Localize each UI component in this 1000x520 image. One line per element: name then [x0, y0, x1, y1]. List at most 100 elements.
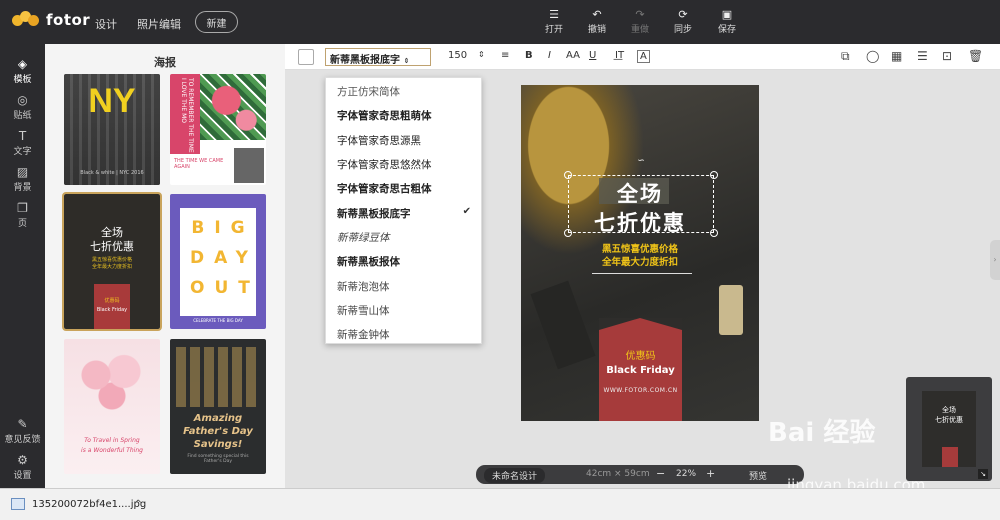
italic-button[interactable]: I: [548, 50, 551, 61]
font-option[interactable]: 字体管家奇思粗萌体: [337, 108, 432, 123]
template-big-day-out[interactable]: BIG DAY OUT CELEBRATE THE BIG DAY: [170, 194, 266, 329]
open-button[interactable]: ☰ 打开: [534, 8, 574, 35]
sync-button[interactable]: ⟳ 同步: [663, 8, 703, 35]
sidebar-item-feedback[interactable]: ✎ 意见反馈: [0, 416, 45, 445]
check-icon: ✔: [462, 206, 471, 217]
font-option[interactable]: 字体管家奇思古粗体: [337, 181, 432, 196]
text-icon: T: [18, 129, 27, 143]
nav-photo-edit[interactable]: 照片编辑: [137, 16, 181, 32]
bold-button[interactable]: B: [525, 50, 533, 61]
template-blossom-art: [72, 347, 152, 417]
delete-icon[interactable]: 🗑: [968, 49, 983, 63]
spacing-button[interactable]: I͟T: [615, 50, 624, 61]
poster-ribbon-notch: [599, 318, 682, 330]
template-spring-text2: is a Wonderful Thing: [81, 447, 143, 454]
fotor-logo[interactable]: fotor: [12, 11, 90, 29]
poster-line1: 全场: [617, 181, 663, 206]
template-flowers-side-text: TO REMEMBER THE TIME I LOVE THE MO: [180, 78, 194, 153]
background-icon: ▨: [16, 165, 29, 179]
font-option[interactable]: 新蒂泡泡体: [337, 279, 390, 294]
poster-sub1: 黑五惊喜优惠价格: [601, 244, 678, 255]
sidebar-label: 页: [17, 219, 27, 229]
sidebar-item-templates[interactable]: ◈ 模板: [0, 56, 45, 85]
preview-button[interactable]: 预览: [749, 469, 767, 482]
layers-order-icon[interactable]: ☰: [917, 49, 928, 63]
minimap-line2: 七折优惠: [935, 416, 963, 424]
template-flowers-photo: [234, 148, 264, 183]
font-size-value[interactable]: 150: [448, 50, 467, 61]
font-option-selected[interactable]: 新蒂黑板报底字: [337, 206, 411, 221]
baidu-watermark: Bai 经验: [768, 418, 876, 448]
canvas-size: 42cm × 59cm: [586, 469, 650, 479]
nav-design[interactable]: 设计: [95, 16, 117, 32]
sidebar-label: 模板: [13, 75, 32, 85]
template-ny[interactable]: NY Black & white | NYC 2016: [64, 74, 160, 185]
sidebar-item-page[interactable]: ❐ 页: [0, 200, 45, 229]
design-name[interactable]: 未命名设计: [484, 468, 546, 483]
lock-icon[interactable]: ⊡: [942, 49, 952, 63]
zoom-value: 22%: [676, 469, 697, 479]
save-icon: ▣: [721, 8, 733, 21]
sync-icon: ⟳: [678, 8, 688, 21]
sidebar-item-text[interactable]: T 文字: [0, 128, 45, 157]
template-bdo-big: BIG: [191, 218, 255, 238]
sync-label: 同步: [673, 25, 692, 35]
collapse-tab-chevron-icon[interactable]: ›: [990, 240, 1000, 280]
download-filename[interactable]: 135200072bf4e1....jpg: [32, 499, 146, 510]
sidebar-item-background[interactable]: ▨ 背景: [0, 164, 45, 193]
save-label: 保存: [717, 25, 736, 35]
font-option[interactable]: 新蒂黑板报体: [337, 254, 400, 269]
logo-text: fotor: [46, 11, 91, 29]
rotate-handle-icon[interactable]: ∽: [631, 157, 651, 166]
minimap-expand-icon[interactable]: ↘: [978, 469, 988, 479]
text-effect-button[interactable]: A: [637, 50, 650, 63]
save-button[interactable]: ▣ 保存: [707, 8, 747, 35]
new-button[interactable]: 新建: [195, 11, 238, 33]
font-option[interactable]: 方正仿宋简体: [337, 84, 400, 99]
poster-sub2: 全年最大力度折扣: [601, 257, 678, 268]
font-select-value: 新蒂黑板报底字: [330, 55, 400, 66]
poster-canvas[interactable]: ∽ 全场 七折优惠 黑五惊喜优惠价格 全年最大力度折扣 优惠码 Black Fr…: [521, 85, 759, 421]
template-fd-sub: Find something special this Father's Day: [187, 454, 249, 464]
font-option[interactable]: 字体管家奇思悠然体: [337, 157, 432, 172]
download-bar: 135200072bf4e1....jpg ^: [0, 488, 1000, 520]
page-icon: ❐: [17, 201, 28, 215]
size-stepper-icon[interactable]: ⇕: [478, 50, 485, 59]
color-swatch[interactable]: [298, 49, 314, 65]
minimap-ribbon: [942, 447, 958, 467]
transparency-icon[interactable]: ▦: [891, 49, 902, 63]
font-option[interactable]: 新蒂雪山体: [337, 303, 390, 318]
template-black-friday[interactable]: 全场 七折优惠 黑五惊喜优惠价格 全年最大力度折扣 优惠码 Black Frid…: [62, 192, 162, 331]
redo-label: 重做: [630, 25, 649, 35]
underline-button[interactable]: U: [589, 50, 596, 61]
align-icon[interactable]: ≡: [501, 50, 509, 61]
font-option[interactable]: 新蒂金钟体: [337, 327, 390, 342]
template-fathers-day[interactable]: Amazing Father's Day Savings! Find somet…: [170, 339, 266, 474]
zoom-out-button[interactable]: −: [656, 467, 665, 480]
shape-icon[interactable]: ◯: [866, 49, 879, 63]
status-bar: 未命名设计 42cm × 59cm − 22% + 预览: [476, 465, 804, 484]
layers-icon: ◈: [17, 57, 28, 71]
font-dropdown: 方正仿宋简体 字体管家奇思粗萌体 字体管家奇思源黑 字体管家奇思悠然体 字体管家…: [325, 77, 482, 344]
font-select[interactable]: 新蒂黑板报底字 ⇕: [325, 48, 431, 66]
sidebar-item-stickers[interactable]: ◎ 贴纸: [0, 92, 45, 121]
sidebar-item-settings[interactable]: ⚙ 设置: [0, 452, 45, 481]
sidebar-label: 背景: [13, 183, 32, 193]
case-button[interactable]: AA: [566, 50, 580, 61]
zoom-in-button[interactable]: +: [706, 467, 715, 480]
font-option[interactable]: 新蒂绿豆体: [337, 230, 390, 245]
redo-button[interactable]: ↷ 重做: [620, 8, 660, 35]
undo-button[interactable]: ↶ 撤销: [577, 8, 617, 35]
feedback-icon: ✎: [17, 417, 28, 431]
duplicate-icon[interactable]: ⧉: [841, 49, 850, 64]
template-panel: 海报 NY Black & white | NYC 2016 TO REMEMB…: [45, 44, 285, 488]
chevron-up-icon[interactable]: ^: [134, 499, 142, 510]
poster-badge: 优惠码: [625, 351, 656, 362]
minimap-line1: 全场: [942, 406, 956, 414]
open-label: 打开: [544, 25, 563, 35]
template-flowers[interactable]: TO REMEMBER THE TIME I LOVE THE MO THE T…: [170, 74, 266, 185]
font-option[interactable]: 字体管家奇思源黑: [337, 133, 421, 148]
sidebar-label: 文字: [13, 147, 32, 157]
minimap[interactable]: 全场 七折优惠 ↘: [906, 377, 992, 481]
template-spring[interactable]: To Travel in Spring is a Wonderful Thing: [64, 339, 160, 474]
